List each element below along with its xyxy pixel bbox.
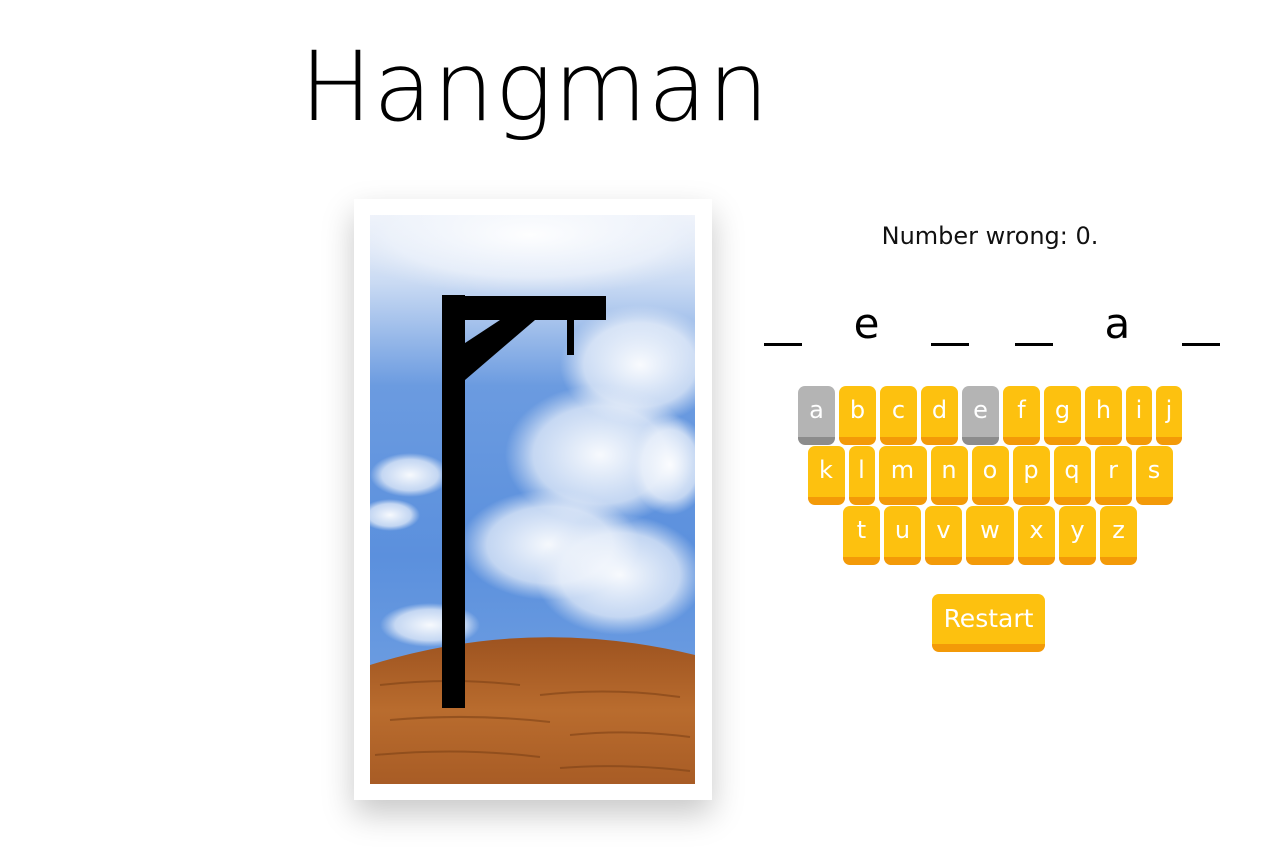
key-s[interactable]: s xyxy=(1135,446,1173,505)
wrong-count-status: Number wrong: 0. xyxy=(881,222,1099,250)
letter-underline xyxy=(1014,343,1053,346)
gallows-illustration xyxy=(370,215,695,784)
hangman-page: Hangman Number wrong: 0. e a a b c d e f… xyxy=(0,0,1273,851)
gallows-beam xyxy=(442,296,606,320)
key-e[interactable]: e xyxy=(962,386,999,445)
gallows-frame xyxy=(354,199,712,800)
key-q[interactable]: q xyxy=(1053,446,1091,505)
key-v[interactable]: v xyxy=(925,506,962,565)
keyboard-row: t u v w x y z xyxy=(780,506,1200,565)
key-g[interactable]: g xyxy=(1044,386,1081,445)
key-m[interactable]: m xyxy=(878,446,927,505)
key-a[interactable]: a xyxy=(798,386,835,445)
key-j[interactable]: j xyxy=(1156,386,1182,445)
key-k[interactable]: k xyxy=(807,446,845,505)
key-b[interactable]: b xyxy=(839,386,876,445)
word-letter-slot xyxy=(919,296,981,352)
key-t[interactable]: t xyxy=(843,506,880,565)
key-i[interactable]: i xyxy=(1126,386,1152,445)
word-letter-slot xyxy=(1003,296,1065,352)
key-n[interactable]: n xyxy=(930,446,968,505)
letter-underline xyxy=(931,343,970,346)
key-z[interactable]: z xyxy=(1100,506,1137,565)
key-o[interactable]: o xyxy=(971,446,1009,505)
word-display: e a xyxy=(752,296,1232,352)
key-f[interactable]: f xyxy=(1003,386,1040,445)
letter-underline xyxy=(764,343,802,346)
gallows-post xyxy=(442,295,465,708)
restart-button[interactable]: Restart xyxy=(932,594,1045,652)
key-y[interactable]: y xyxy=(1059,506,1096,565)
page-title: Hangman xyxy=(300,31,770,143)
key-h[interactable]: h xyxy=(1085,386,1122,445)
letter-underline xyxy=(1181,343,1220,346)
key-p[interactable]: p xyxy=(1012,446,1050,505)
letter-keyboard: a b c d e f g h i j k l m n o p q r s t … xyxy=(780,386,1200,566)
gallows-rope xyxy=(567,315,574,355)
word-letter-slot xyxy=(1170,296,1232,352)
word-letter-slot: e xyxy=(836,296,898,352)
key-u[interactable]: u xyxy=(884,506,921,565)
key-w[interactable]: w xyxy=(966,506,1014,565)
word-letter: a xyxy=(1104,299,1131,348)
key-l[interactable]: l xyxy=(848,446,875,505)
key-c[interactable]: c xyxy=(880,386,917,445)
key-r[interactable]: r xyxy=(1094,446,1132,505)
key-d[interactable]: d xyxy=(921,386,958,445)
keyboard-row: k l m n o p q r s xyxy=(780,446,1200,505)
ground xyxy=(370,637,695,784)
keyboard-row: a b c d e f g h i j xyxy=(780,386,1200,445)
key-x[interactable]: x xyxy=(1018,506,1055,565)
word-letter-slot: a xyxy=(1086,296,1148,352)
word-letter-slot xyxy=(752,296,814,352)
word-letter: e xyxy=(853,299,880,348)
gallows-scene xyxy=(370,215,695,784)
